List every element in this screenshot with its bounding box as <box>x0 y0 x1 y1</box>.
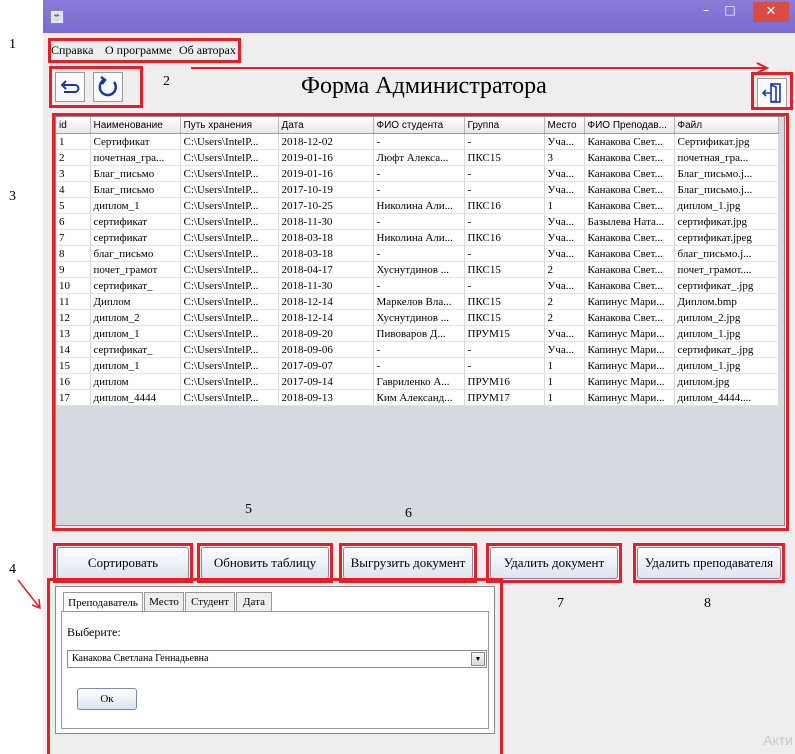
watermark-text: Акти <box>763 732 793 748</box>
java-app-icon: ☕ <box>50 10 64 24</box>
highlight-box-delete-doc <box>486 543 622 583</box>
highlight-box-exit <box>751 72 793 110</box>
annotation-6: 6 <box>405 506 412 521</box>
highlight-box-refresh-table <box>197 543 333 583</box>
page-title: Форма Администратора <box>301 73 547 99</box>
highlight-box-sort <box>53 543 193 583</box>
close-button[interactable]: ✕ <box>753 2 789 22</box>
annotation-5: 5 <box>245 502 252 517</box>
title-bar[interactable]: ☕ – □ ✕ <box>43 0 795 33</box>
minimize-button[interactable]: – <box>695 3 717 17</box>
maximize-button[interactable]: □ <box>719 3 741 17</box>
annotation-1: 1 <box>9 37 16 52</box>
annotation-2: 2 <box>163 74 170 89</box>
application-window: ☕ – □ ✕ Справка О программе Об авторах 2… <box>43 0 795 754</box>
annotation-arrow-4 <box>17 579 41 610</box>
annotation-7: 7 <box>557 596 564 611</box>
annotation-4: 4 <box>9 562 16 577</box>
highlight-box-table <box>52 113 789 531</box>
highlight-box-menu <box>48 38 241 63</box>
highlight-box-export <box>339 543 477 583</box>
annotation-3: 3 <box>9 189 16 204</box>
highlight-box-nav <box>49 66 143 108</box>
annotation-8: 8 <box>704 596 711 611</box>
highlight-box-delete-teacher <box>633 543 785 583</box>
highlight-box-filter-panel <box>47 578 503 754</box>
